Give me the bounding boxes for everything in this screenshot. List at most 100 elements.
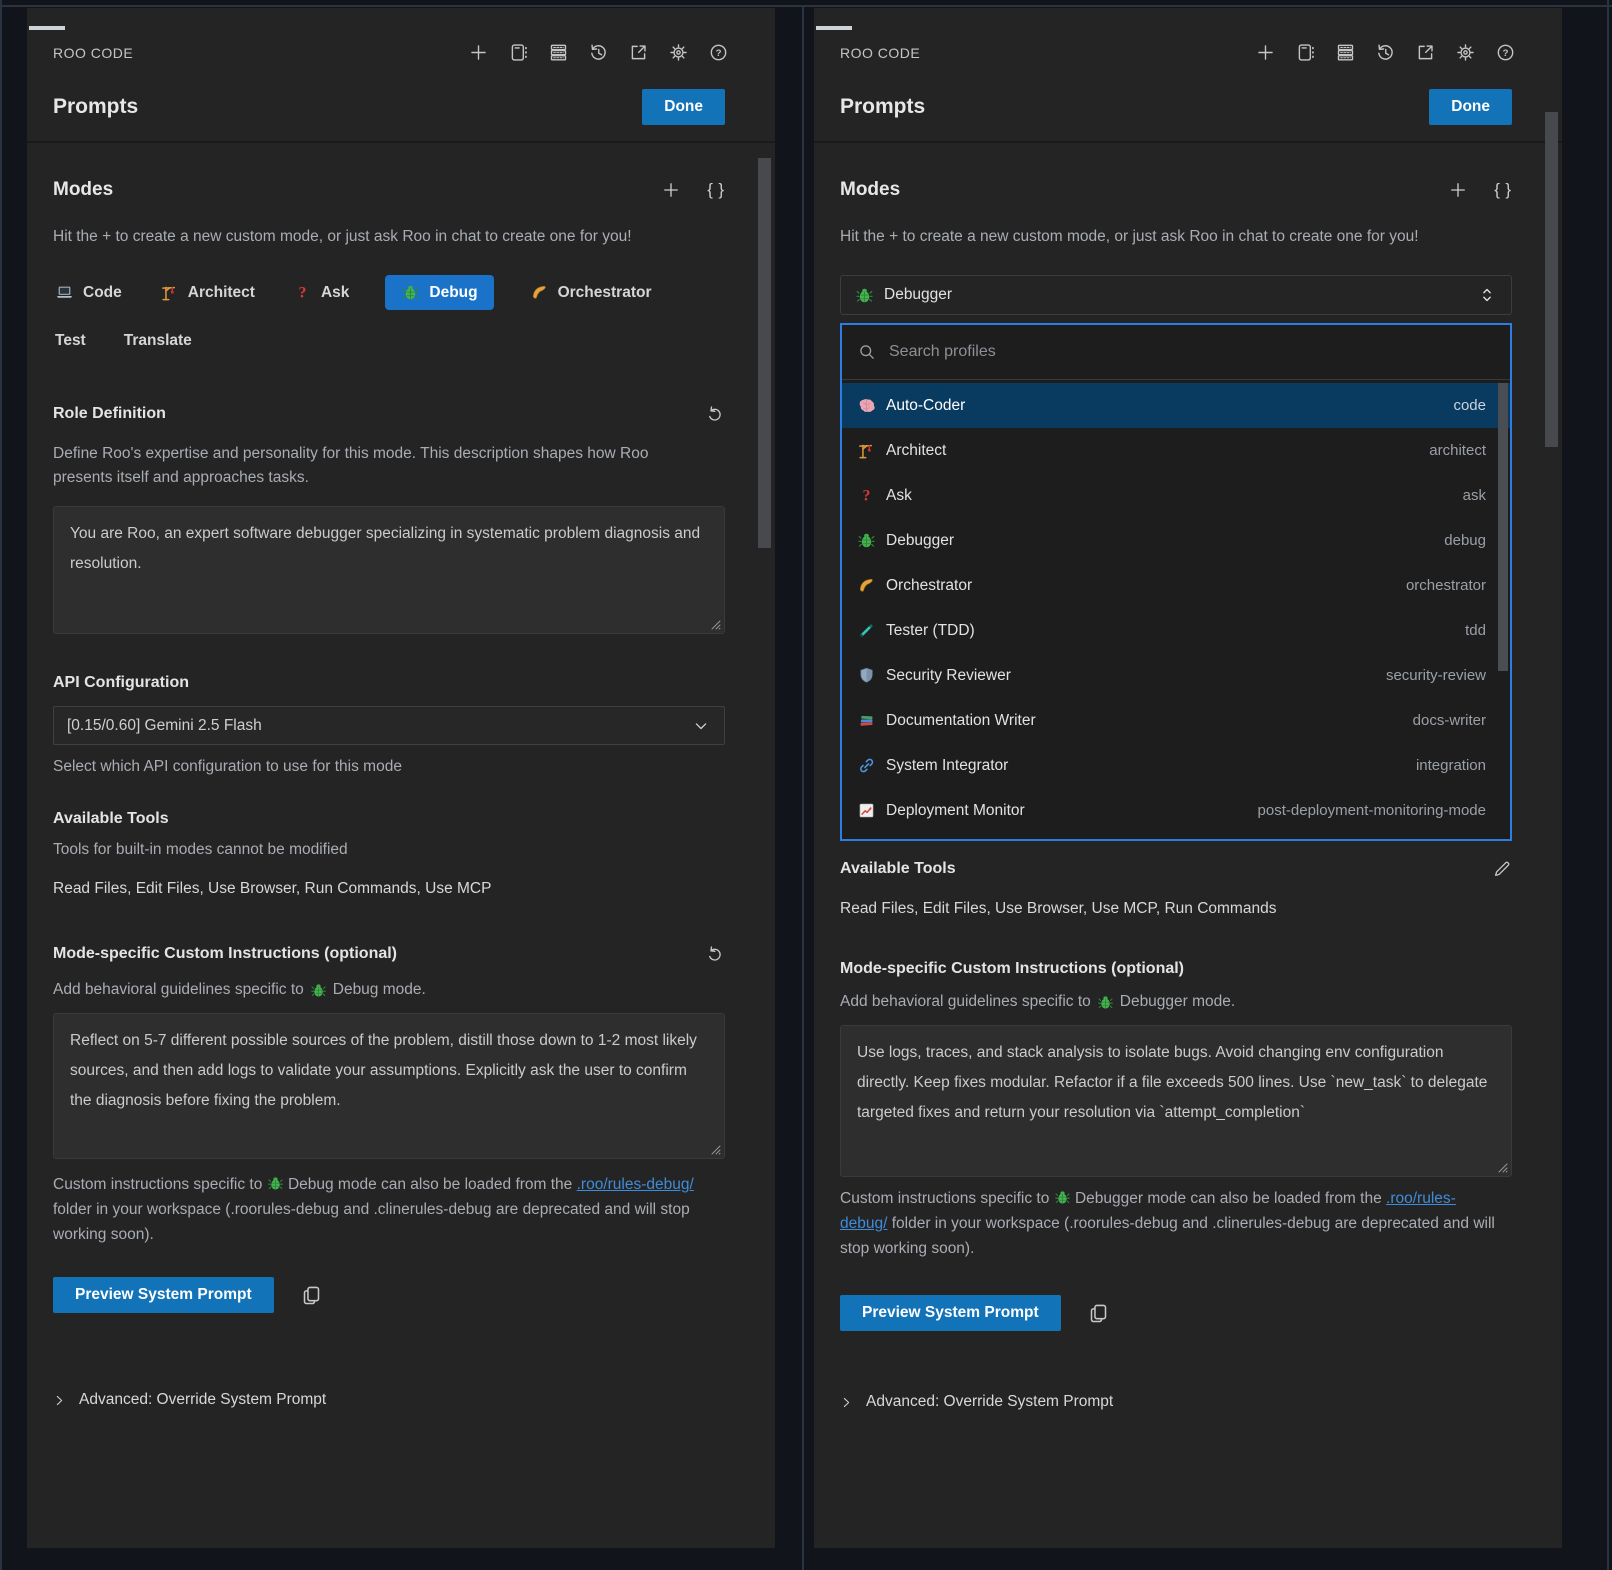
available-tools-heading: Available Tools <box>840 860 956 878</box>
app-title: ROO CODE <box>53 45 133 61</box>
profile-name-wrap: Security Reviewer <box>857 666 1011 685</box>
history-icon[interactable] <box>1375 42 1396 63</box>
notebook-icon[interactable] <box>508 42 529 63</box>
profile-row-integration[interactable]: System Integratorintegration <box>842 743 1510 788</box>
history-icon[interactable] <box>588 42 609 63</box>
profile-row-docs-writer[interactable]: Documentation Writerdocs-writer <box>842 698 1510 743</box>
header-divider <box>27 141 775 143</box>
page-title: Prompts <box>53 95 138 119</box>
add-mode-button[interactable] <box>661 180 681 200</box>
profile-slug: ask <box>1463 487 1486 504</box>
profile-name: Documentation Writer <box>886 712 1036 730</box>
mode-chip-test[interactable]: Test <box>53 324 88 358</box>
profile-row-code[interactable]: Auto-Codercode <box>842 383 1510 428</box>
help-icon[interactable]: ? <box>1495 42 1516 63</box>
gear-icon[interactable] <box>668 42 689 63</box>
profile-name: Tester (TDD) <box>886 622 975 640</box>
profile-row-orchestrator[interactable]: Orchestratororchestrator <box>842 563 1510 608</box>
svg-text:?: ? <box>863 488 871 505</box>
advanced-override-toggle[interactable]: Advanced: Override System Prompt <box>840 1393 1512 1411</box>
mode-chip-architect[interactable]: Architect <box>158 275 257 310</box>
bug-icon <box>1097 994 1114 1011</box>
reset-role-definition-button[interactable] <box>705 404 725 424</box>
reset-custom-instructions-button[interactable] <box>705 944 725 964</box>
rules-folder-link[interactable]: .roo/rules-debug/ <box>577 1176 694 1193</box>
advanced-override-toggle[interactable]: Advanced: Override System Prompt <box>53 1391 725 1409</box>
mode-chip-orchestrator[interactable]: Orchestrator <box>528 275 654 310</box>
done-button[interactable]: Done <box>1429 89 1512 125</box>
shield-icon <box>857 666 876 685</box>
link-icon <box>857 756 876 775</box>
construction-icon <box>160 283 179 302</box>
preview-system-prompt-button[interactable]: Preview System Prompt <box>53 1277 274 1313</box>
question-icon: ? <box>857 486 876 505</box>
server-icon[interactable] <box>548 42 569 63</box>
header-toolbar: ? <box>1255 42 1516 63</box>
available-tools-note: Tools for built-in modes cannot be modif… <box>53 841 725 859</box>
profile-name-wrap: ?Ask <box>857 486 912 505</box>
custom-instructions-textarea[interactable]: Use logs, traces, and stack analysis to … <box>840 1025 1512 1177</box>
mode-chip-ask[interactable]: ?Ask <box>291 275 351 310</box>
resize-grip-icon[interactable] <box>1497 1161 1509 1173</box>
gear-icon[interactable] <box>1455 42 1476 63</box>
active-tab-indicator <box>816 26 852 30</box>
plus-icon[interactable] <box>1255 42 1276 63</box>
chevron-down-icon <box>691 716 711 736</box>
search-icon <box>857 342 877 362</box>
plus-icon[interactable] <box>468 42 489 63</box>
profile-row-debug[interactable]: Debuggerdebug <box>842 518 1510 563</box>
profile-row-ask[interactable]: ?Ask ask <box>842 473 1510 518</box>
profile-row-post-deployment-monitoring-mode[interactable]: Deployment Monitorpost-deployment-monito… <box>842 788 1510 833</box>
notebook-icon[interactable] <box>1295 42 1316 63</box>
profile-name-wrap: Documentation Writer <box>857 711 1036 730</box>
laptop-icon <box>55 283 74 302</box>
active-tab-indicator <box>29 26 65 30</box>
mode-chip-label: Architect <box>188 284 255 302</box>
popout-icon[interactable] <box>1415 42 1436 63</box>
custom-instructions-note: Custom instructions specific to Debugger… <box>840 1187 1500 1261</box>
profile-search[interactable]: Search profiles <box>842 325 1510 379</box>
resize-grip-icon[interactable] <box>710 1143 722 1155</box>
updown-icon <box>1477 285 1497 305</box>
done-button[interactable]: Done <box>642 89 725 125</box>
available-tools-list: Read Files, Edit Files, Use Browser, Use… <box>840 900 1512 918</box>
profile-name: Debugger <box>886 532 954 550</box>
mode-chip-translate[interactable]: Translate <box>122 324 194 358</box>
header-toolbar: ? <box>468 42 729 63</box>
custom-instructions-note: Custom instructions specific to Debug mo… <box>53 1173 713 1247</box>
mode-chip-label: Ask <box>321 284 349 302</box>
edit-modes-json-button[interactable]: { } <box>707 180 725 200</box>
profile-row-tdd[interactable]: Tester (TDD)tdd <box>842 608 1510 653</box>
profile-slug: integration <box>1416 757 1486 774</box>
mode-select[interactable]: Debugger <box>840 275 1512 315</box>
edit-modes-json-button[interactable]: { } <box>1494 180 1512 200</box>
preview-system-prompt-button[interactable]: Preview System Prompt <box>840 1295 1061 1331</box>
server-icon[interactable] <box>1335 42 1356 63</box>
mode-chip-code[interactable]: Code <box>53 275 124 310</box>
profile-name: Architect <box>886 442 946 460</box>
bug-icon <box>857 531 876 550</box>
profile-name-wrap: Auto-Coder <box>857 396 965 415</box>
window-frame-right <box>1607 0 1609 1570</box>
profile-row-architect[interactable]: Architectarchitect <box>842 428 1510 473</box>
mode-chip-debug[interactable]: Debug <box>385 275 493 310</box>
help-icon[interactable]: ? <box>708 42 729 63</box>
custom-instructions-heading: Mode-specific Custom Instructions (optio… <box>53 945 397 963</box>
role-definition-description: Define Roo's expertise and personality f… <box>53 442 703 490</box>
custom-instructions-guidelines: Add behavioral guidelines specific to De… <box>53 981 725 999</box>
copy-icon[interactable] <box>1087 1302 1110 1325</box>
copy-icon[interactable] <box>300 1284 323 1307</box>
custom-instructions-textarea[interactable]: Reflect on 5-7 different possible source… <box>53 1013 725 1159</box>
panel-content: Modes { } Hit the + to create a new cust… <box>27 179 775 1409</box>
prompts-panel-right: ROO CODE ? Prompts Done Modes { } Hit th… <box>814 8 1562 1548</box>
popout-icon[interactable] <box>628 42 649 63</box>
api-configuration-select[interactable]: [0.15/0.60] Gemini 2.5 Flash <box>53 706 725 745</box>
profile-name: Orchestrator <box>886 577 972 595</box>
add-mode-button[interactable] <box>1448 180 1468 200</box>
resize-grip-icon[interactable] <box>710 618 722 630</box>
edit-tools-button[interactable] <box>1492 859 1512 879</box>
profile-list-scrollbar[interactable] <box>1498 383 1508 671</box>
profile-row-security-review[interactable]: Security Reviewersecurity-review <box>842 653 1510 698</box>
modes-description: Hit the + to create a new custom mode, o… <box>53 225 698 249</box>
role-definition-textarea[interactable]: You are Roo, an expert software debugger… <box>53 506 725 634</box>
